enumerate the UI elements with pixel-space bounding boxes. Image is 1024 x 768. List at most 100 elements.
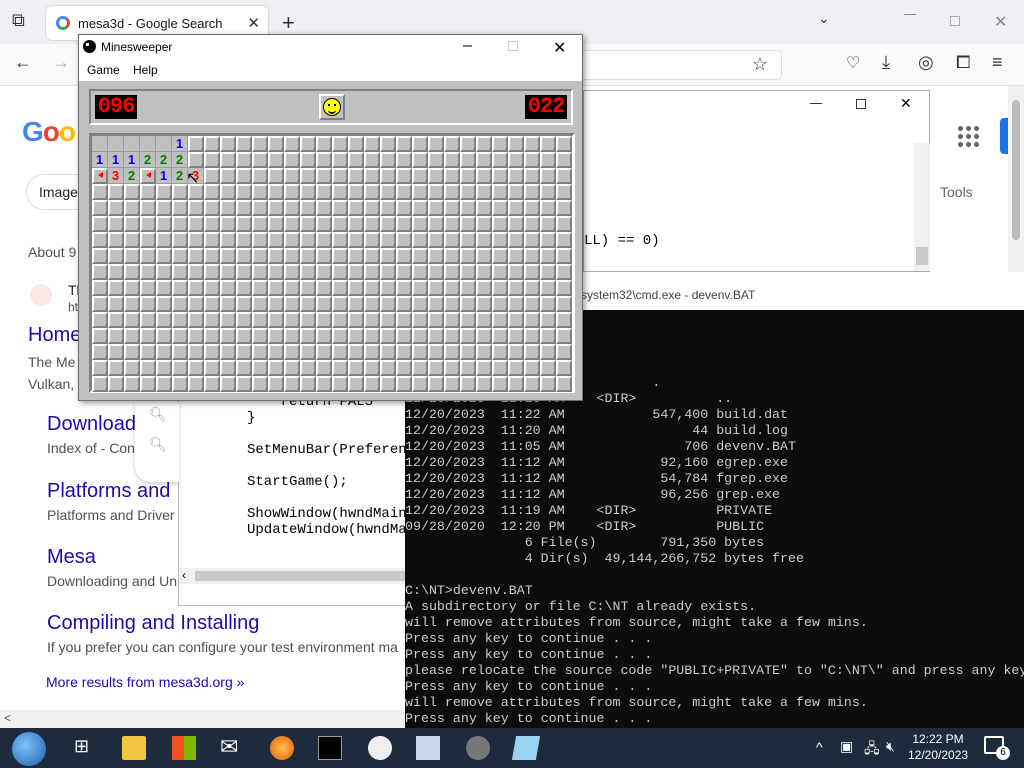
hidden-cell[interactable] [380, 296, 396, 312]
hidden-cell[interactable] [540, 248, 556, 264]
scroll-left-icon[interactable]: < [4, 711, 11, 725]
hidden-cell[interactable] [396, 232, 412, 248]
hidden-cell[interactable] [524, 152, 540, 168]
hidden-cell[interactable] [540, 216, 556, 232]
hidden-cell[interactable] [284, 152, 300, 168]
hidden-cell[interactable] [284, 312, 300, 328]
hidden-cell[interactable] [412, 168, 428, 184]
hidden-cell[interactable] [412, 296, 428, 312]
hidden-cell[interactable] [92, 360, 108, 376]
hidden-cell[interactable] [380, 184, 396, 200]
hidden-cell[interactable] [348, 312, 364, 328]
hidden-cell[interactable] [108, 216, 124, 232]
hidden-cell[interactable] [540, 184, 556, 200]
hidden-cell[interactable] [412, 184, 428, 200]
result-home-link[interactable]: Home [28, 324, 81, 347]
hidden-cell[interactable] [492, 248, 508, 264]
hidden-cell[interactable] [300, 248, 316, 264]
hidden-cell[interactable] [284, 200, 300, 216]
hidden-cell[interactable] [284, 376, 300, 392]
hidden-cell[interactable] [396, 200, 412, 216]
hidden-cell[interactable] [556, 376, 572, 392]
clock-time[interactable]: 12:22 PM [908, 732, 968, 746]
hidden-cell[interactable] [380, 344, 396, 360]
hidden-cell[interactable] [492, 264, 508, 280]
hidden-cell[interactable] [332, 232, 348, 248]
hidden-cell[interactable] [124, 376, 140, 392]
hidden-cell[interactable] [428, 136, 444, 152]
minimize-icon[interactable] [904, 14, 916, 15]
hidden-cell[interactable] [204, 216, 220, 232]
hidden-cell[interactable] [156, 216, 172, 232]
hidden-cell[interactable] [300, 312, 316, 328]
hidden-cell[interactable] [188, 248, 204, 264]
hidden-cell[interactable] [236, 248, 252, 264]
hidden-cell[interactable] [252, 200, 268, 216]
ms-close-icon[interactable]: ✕ [553, 38, 566, 58]
hidden-cell[interactable] [460, 152, 476, 168]
hidden-cell[interactable] [508, 280, 524, 296]
hidden-cell[interactable] [396, 168, 412, 184]
hidden-cell[interactable] [364, 136, 380, 152]
hidden-cell[interactable] [444, 152, 460, 168]
hidden-cell[interactable] [476, 184, 492, 200]
vertical-scrollbar[interactable] [1008, 86, 1024, 272]
hidden-cell[interactable] [364, 248, 380, 264]
hidden-cell[interactable] [428, 168, 444, 184]
hidden-cell[interactable] [204, 344, 220, 360]
hidden-cell[interactable] [524, 232, 540, 248]
tray-device-icon[interactable]: ▣ [840, 738, 853, 755]
hidden-cell[interactable] [364, 360, 380, 376]
hidden-cell[interactable] [508, 264, 524, 280]
hidden-cell[interactable] [140, 344, 156, 360]
hidden-cell[interactable] [268, 360, 284, 376]
hidden-cell[interactable] [364, 168, 380, 184]
revealed-cell[interactable]: 1 [92, 152, 108, 168]
hidden-cell[interactable] [396, 184, 412, 200]
hidden-cell[interactable] [172, 312, 188, 328]
hidden-cell[interactable] [300, 280, 316, 296]
search-icon[interactable]: 🔍︎ [149, 406, 167, 423]
hidden-cell[interactable] [348, 248, 364, 264]
hidden-cell[interactable] [348, 216, 364, 232]
hidden-cell[interactable] [156, 232, 172, 248]
hidden-cell[interactable] [252, 184, 268, 200]
hidden-cell[interactable] [444, 264, 460, 280]
hidden-cell[interactable] [524, 184, 540, 200]
hidden-cell[interactable] [172, 248, 188, 264]
hidden-cell[interactable] [412, 216, 428, 232]
hidden-cell[interactable] [380, 264, 396, 280]
hidden-cell[interactable] [124, 248, 140, 264]
hidden-cell[interactable] [268, 200, 284, 216]
hidden-cell[interactable] [220, 376, 236, 392]
hidden-cell[interactable] [412, 328, 428, 344]
hidden-cell[interactable] [508, 328, 524, 344]
hidden-cell[interactable] [348, 376, 364, 392]
hidden-cell[interactable] [268, 168, 284, 184]
hidden-cell[interactable] [380, 200, 396, 216]
hidden-cell[interactable] [460, 360, 476, 376]
mine-field[interactable]: 111122232123 [89, 133, 575, 393]
hidden-cell[interactable] [524, 296, 540, 312]
hidden-cell[interactable] [556, 264, 572, 280]
hidden-cell[interactable] [444, 200, 460, 216]
hidden-cell[interactable] [492, 376, 508, 392]
hidden-cell[interactable] [316, 312, 332, 328]
sign-in-button[interactable] [1000, 118, 1008, 154]
hidden-cell[interactable] [140, 328, 156, 344]
hidden-cell[interactable] [492, 312, 508, 328]
hidden-cell[interactable] [492, 184, 508, 200]
hidden-cell[interactable] [444, 296, 460, 312]
hidden-cell[interactable] [364, 296, 380, 312]
search-icon[interactable]: 🔍︎ [149, 436, 167, 453]
hidden-cell[interactable] [188, 232, 204, 248]
hidden-cell[interactable] [556, 312, 572, 328]
hidden-cell[interactable] [140, 200, 156, 216]
hidden-cell[interactable] [556, 184, 572, 200]
hidden-cell[interactable] [316, 184, 332, 200]
hidden-cell[interactable] [204, 200, 220, 216]
hidden-cell[interactable] [396, 248, 412, 264]
hidden-cell[interactable] [316, 232, 332, 248]
hidden-cell[interactable] [124, 232, 140, 248]
hidden-cell[interactable] [268, 344, 284, 360]
